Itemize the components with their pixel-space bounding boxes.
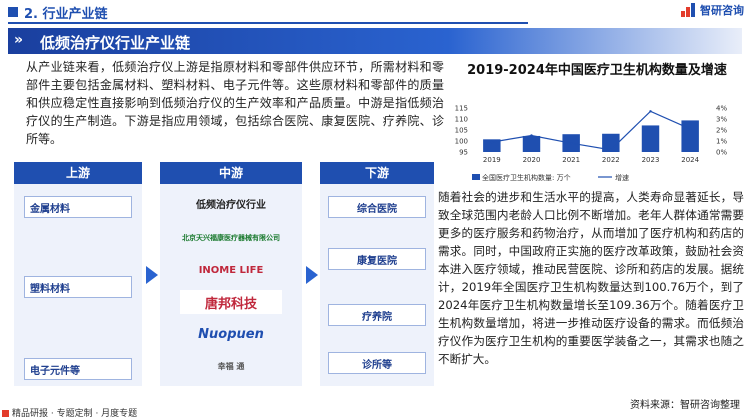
downstream-header: 下游 bbox=[320, 162, 434, 184]
arrow-right-icon bbox=[146, 266, 158, 284]
value-chain: 上游 金属材料 塑料材料 电子元件等 中游 低频治疗仪行业 北京天兴福康医疗器械… bbox=[14, 162, 434, 388]
x-tick-label: 2022 bbox=[602, 156, 620, 164]
logo-icon bbox=[681, 3, 697, 17]
y2-tick-label: 3% bbox=[716, 116, 727, 124]
downstream-item-general-hospital: 综合医院 bbox=[328, 196, 426, 218]
x-tick-label: 2020 bbox=[523, 156, 541, 164]
y2-tick-label: 2% bbox=[716, 127, 727, 135]
midstream-header: 中游 bbox=[160, 162, 302, 184]
growth-line bbox=[491, 110, 691, 151]
upstream-column: 上游 金属材料 塑料材料 电子元件等 bbox=[14, 162, 142, 386]
bar bbox=[522, 135, 541, 152]
downstream-item-clinic: 诊所等 bbox=[328, 352, 426, 374]
downstream-column: 下游 综合医院 康复医院 疗养院 诊所等 bbox=[320, 162, 434, 386]
downstream-item-rehab-hospital: 康复医院 bbox=[328, 248, 426, 270]
upstream-item-metal: 金属材料 bbox=[24, 196, 132, 218]
growth-point bbox=[649, 110, 652, 113]
y-tick-label: 100 bbox=[455, 138, 468, 146]
upstream-item-plastic: 塑料材料 bbox=[24, 276, 132, 298]
x-tick-label: 2021 bbox=[562, 156, 580, 164]
downstream-item-sanatorium: 疗养院 bbox=[328, 304, 426, 326]
brand-logo-xingfu: 幸福 通 bbox=[217, 361, 245, 371]
brand-logo-inome: INOME LIFE bbox=[198, 264, 264, 276]
growth-point bbox=[490, 140, 494, 144]
x-tick-label: 2023 bbox=[642, 156, 660, 164]
page-title: 低频治疗仪行业产业链 bbox=[40, 34, 191, 52]
brand-logo-nuopuen: Nuopuen bbox=[198, 326, 264, 342]
institutions-chart: 95 100 105 110 115 0% 1% 2% 3% 4% 2019 2020 2021 2022… bbox=[455, 105, 728, 183]
midstream-subtitle: 低频治疗仪行业 bbox=[196, 200, 266, 211]
logo-text: 智研咨询 bbox=[700, 4, 744, 17]
midstream-column: 中游 低频治疗仪行业 北京天兴福康医疗器械有限公司 INOME LIFE 唐邦科… bbox=[160, 162, 302, 386]
x-tick-label: 2024 bbox=[681, 156, 699, 164]
brand-logo: 智研咨询 bbox=[681, 2, 744, 18]
legend-line-label: 增速 bbox=[615, 173, 629, 182]
bar bbox=[681, 120, 699, 152]
section-marker bbox=[8, 7, 18, 17]
header-rule bbox=[8, 22, 528, 24]
analysis-paragraph: 随着社会的进步和生活水平的提高，人类寿命显著延长，导致全球范围内老龄人口比例不断… bbox=[438, 190, 744, 366]
footer: 精品研报 · 专题定制 · 月度专题 bbox=[0, 408, 750, 420]
intro-paragraph: 从产业链来看，低频治疗仪上游是指原材料和零部件供应环节，所需材料和零部件主要包括… bbox=[26, 60, 444, 146]
chart-title: 2019-2024年中国医疗卫生机构数量及增速 bbox=[467, 63, 727, 78]
y2-tick-label: 1% bbox=[716, 138, 727, 146]
growth-point bbox=[688, 127, 692, 131]
brand-logo-beijing: 北京天兴福康医疗器械有限公司 bbox=[182, 233, 280, 242]
y2-tick-label: 4% bbox=[716, 105, 727, 113]
footer-marker bbox=[2, 410, 9, 417]
upstream-header: 上游 bbox=[14, 162, 142, 184]
y-tick-label: 115 bbox=[455, 105, 468, 113]
growth-point bbox=[530, 134, 533, 137]
x-tick-label: 2019 bbox=[483, 156, 501, 164]
legend-bar-label: 全国医疗卫生机构数量: 万个 bbox=[482, 173, 571, 182]
growth-point bbox=[569, 142, 573, 145]
brand-logo-tangbang: 唐邦科技 bbox=[180, 290, 282, 314]
upstream-item-electronic: 电子元件等 bbox=[24, 358, 132, 380]
y2-tick-label: 0% bbox=[716, 149, 727, 157]
bar bbox=[641, 125, 660, 152]
arrow-right-icon bbox=[306, 266, 318, 284]
legend-bar-swatch bbox=[472, 174, 480, 180]
growth-point bbox=[609, 148, 613, 151]
title-banner: » 低频治疗仪行业产业链 bbox=[8, 28, 742, 54]
double-chevron-icon: » bbox=[14, 32, 24, 48]
y-tick-label: 105 bbox=[455, 127, 468, 135]
y-tick-label: 95 bbox=[459, 149, 468, 157]
top-header: 2. 行业产业链 智研咨询 bbox=[0, 0, 750, 24]
footer-tags: 精品研报 · 专题定制 · 月度专题 bbox=[12, 409, 138, 419]
section-title: 2. 行业产业链 bbox=[24, 7, 108, 22]
y-tick-label: 110 bbox=[455, 116, 468, 124]
